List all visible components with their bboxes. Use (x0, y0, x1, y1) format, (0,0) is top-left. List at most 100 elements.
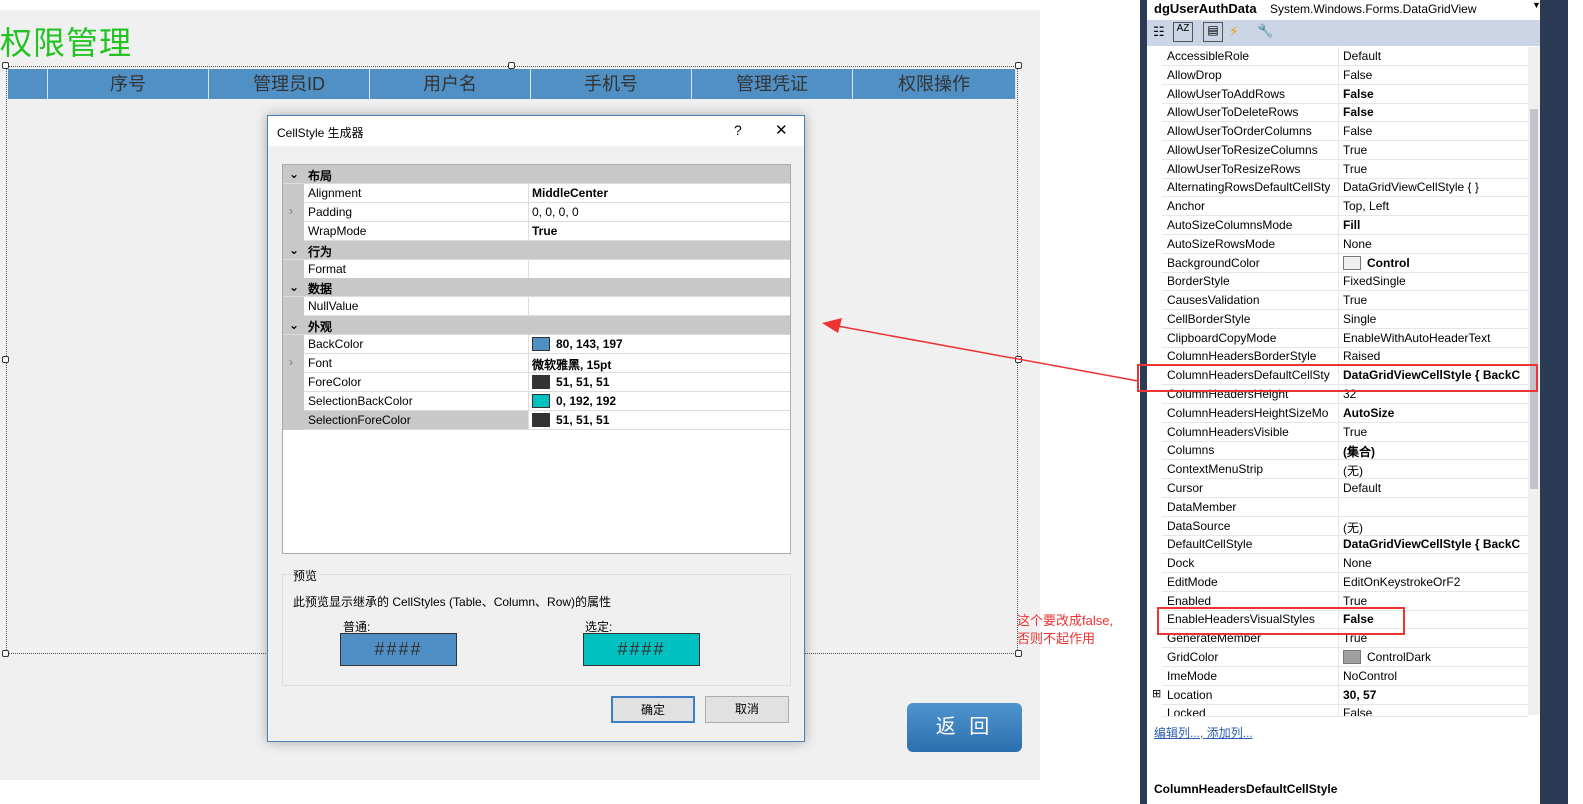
property-value[interactable]: 51, 51, 51 (556, 413, 609, 427)
property-value[interactable]: DataGridViewCellStyle { BackC (1343, 537, 1520, 551)
property-row[interactable]: AutoSizeColumnsMode Fill (1162, 216, 1528, 236)
property-value[interactable]: False (1343, 87, 1374, 101)
collapse-icon[interactable]: ⌄ (289, 167, 299, 181)
property-value[interactable]: False (1343, 68, 1372, 82)
category-row[interactable]: ⌄ 数据 (283, 278, 790, 298)
column-header[interactable] (8, 69, 48, 99)
property-row[interactable]: Anchor Top, Left (1162, 197, 1528, 217)
property-row[interactable]: GridColor ControlDark (1162, 647, 1528, 667)
property-row[interactable]: ⊞ Location 30, 57 (1152, 685, 1528, 705)
property-row[interactable]: DataMember (1162, 497, 1528, 517)
property-row[interactable]: › Font 微软雅黑, 15pt (283, 354, 790, 373)
property-value[interactable]: 0, 0, 0, 0 (532, 205, 579, 219)
cancel-button[interactable]: 取消 (705, 696, 789, 723)
property-row[interactable]: AlternatingRowsDefaultCellSty DataGridVie… (1162, 178, 1528, 198)
property-value[interactable]: MiddleCenter (532, 186, 608, 200)
property-pages-icon[interactable]: 🔧 (1257, 23, 1273, 39)
property-row[interactable]: SelectionBackColor 0, 192, 192 (283, 391, 790, 411)
alphabetical-icon[interactable]: AZ (1173, 22, 1193, 42)
column-header[interactable]: 权限操作 (853, 69, 1016, 99)
property-value[interactable]: True (1343, 143, 1367, 157)
category-row[interactable]: ⌄ 外观 (283, 316, 790, 336)
expand-icon[interactable]: › (289, 204, 293, 218)
property-value[interactable]: Single (1343, 312, 1376, 326)
property-row[interactable]: AllowUserToOrderColumns False (1162, 122, 1528, 142)
property-row[interactable]: BorderStyle FixedSingle (1162, 272, 1528, 292)
property-row[interactable]: CellBorderStyle Single (1162, 309, 1528, 329)
property-row[interactable]: AllowUserToAddRows False (1162, 84, 1528, 104)
expand-icon[interactable]: › (289, 355, 293, 369)
column-header[interactable]: 用户名 (370, 69, 531, 99)
property-row[interactable]: BackgroundColor Control (1162, 253, 1528, 273)
property-value[interactable]: False (1343, 124, 1372, 138)
column-header[interactable]: 手机号 (531, 69, 692, 99)
property-value[interactable]: False (1343, 706, 1372, 716)
close-icon[interactable]: ✕ (775, 121, 788, 139)
property-row[interactable]: Cursor Default (1162, 478, 1528, 498)
property-value[interactable]: True (1343, 425, 1367, 439)
expand-icon[interactable]: ⊞ (1152, 687, 1161, 700)
property-value[interactable]: Raised (1343, 349, 1380, 363)
property-value[interactable]: False (1343, 105, 1374, 119)
categorized-icon[interactable]: ☷ (1153, 24, 1165, 40)
property-row[interactable]: BackColor 80, 143, 197 (283, 335, 790, 355)
property-value[interactable]: 30, 57 (1343, 688, 1376, 702)
property-value[interactable]: Control (1367, 256, 1410, 270)
column-header[interactable]: 序号 (48, 69, 209, 99)
property-value[interactable]: True (1343, 293, 1367, 307)
property-value[interactable]: True (1343, 162, 1367, 176)
category-row[interactable]: ⌄ 行为 (283, 240, 790, 260)
property-row[interactable]: ColumnHeadersHeightSizeMo AutoSize (1162, 403, 1528, 423)
property-row[interactable]: CausesValidation True (1162, 291, 1528, 311)
properties-icon[interactable]: ▤ (1203, 22, 1223, 42)
property-row[interactable]: Locked False (1162, 704, 1528, 718)
property-row[interactable]: DataSource (无) (1162, 516, 1528, 536)
back-button[interactable]: 返 回 (907, 703, 1022, 752)
property-value[interactable]: Default (1343, 49, 1381, 63)
resize-handle[interactable] (2, 356, 9, 363)
collapse-icon[interactable]: ⌄ (289, 280, 299, 294)
help-button[interactable]: ? (734, 122, 742, 138)
property-value[interactable]: NoControl (1343, 669, 1397, 683)
collapse-icon[interactable]: ⌄ (289, 318, 299, 332)
property-row[interactable]: ContextMenuStrip (无) (1162, 460, 1528, 480)
property-row[interactable]: SelectionForeColor 51, 51, 51 (283, 410, 790, 430)
column-header[interactable]: 管理员ID (209, 69, 370, 99)
property-value[interactable]: 微软雅黑, 15pt (532, 358, 611, 372)
resize-handle[interactable] (508, 62, 515, 69)
property-value[interactable]: (集合) (1343, 445, 1375, 459)
property-value[interactable]: AutoSize (1343, 406, 1394, 420)
ok-button[interactable]: 确定 (611, 696, 695, 723)
property-row[interactable]: AllowUserToDeleteRows False (1162, 103, 1528, 123)
property-row[interactable]: AutoSizeRowsMode None (1162, 234, 1528, 254)
property-value[interactable]: True (532, 224, 557, 238)
property-value[interactable]: True (1343, 594, 1367, 608)
collapse-icon[interactable]: ⌄ (289, 243, 299, 257)
property-row[interactable]: AccessibleRole Default (1162, 47, 1528, 66)
property-row[interactable]: WrapMode True (283, 221, 790, 241)
property-row[interactable]: › Padding 0, 0, 0, 0 (283, 202, 790, 222)
edit-columns-link[interactable]: 编辑列... (1154, 726, 1200, 740)
property-row[interactable]: ClipboardCopyMode EnableWithAutoHeaderTex… (1162, 328, 1528, 348)
property-row[interactable]: EditMode EditOnKeystrokeOrF2 (1162, 572, 1528, 592)
property-value[interactable]: EditOnKeystrokeOrF2 (1343, 575, 1460, 589)
property-row[interactable]: ColumnHeadersVisible True (1162, 422, 1528, 442)
property-value[interactable]: Fill (1343, 218, 1360, 232)
property-value[interactable]: Default (1343, 481, 1381, 495)
property-value[interactable]: None (1343, 237, 1372, 251)
property-row[interactable]: AllowUserToResizeRows True (1162, 159, 1528, 179)
property-value[interactable]: 51, 51, 51 (556, 375, 609, 389)
property-row[interactable]: NullValue (283, 297, 790, 317)
property-value[interactable]: EnableWithAutoHeaderText (1343, 331, 1490, 345)
column-header[interactable]: 管理凭证 (692, 69, 853, 99)
property-row[interactable]: Format (283, 259, 790, 279)
property-row[interactable]: Columns (集合) (1162, 441, 1528, 461)
property-value[interactable]: FixedSingle (1343, 274, 1406, 288)
events-icon[interactable]: ⚡ (1229, 23, 1239, 40)
property-row[interactable]: AllowUserToResizeColumns True (1162, 140, 1528, 160)
property-value[interactable]: DataGridViewCellStyle { } (1343, 180, 1479, 194)
property-value[interactable]: 0, 192, 192 (556, 394, 616, 408)
property-row[interactable]: AllowDrop False (1162, 65, 1528, 85)
property-value[interactable]: ControlDark (1367, 650, 1431, 664)
dropdown-arrow-icon[interactable]: ▼ (1532, 0, 1541, 10)
